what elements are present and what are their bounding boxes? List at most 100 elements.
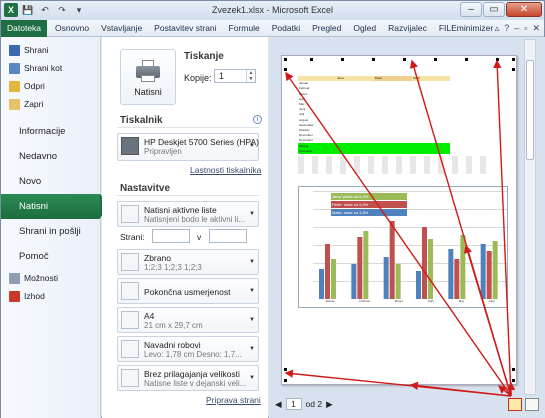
backstage-options-label: Možnosti: [24, 273, 59, 283]
window-restore-icon[interactable]: ▫: [524, 23, 527, 34]
save-as-icon: [9, 62, 20, 74]
backstage-options[interactable]: Možnosti: [1, 269, 100, 287]
chevron-down-icon: ▼: [249, 143, 255, 149]
options-icon: [9, 272, 20, 284]
tab-view[interactable]: Ogled: [347, 20, 382, 37]
chart-bar: [331, 259, 336, 299]
print-what-label: Natisni aktivne liste: [144, 205, 217, 215]
zoom-to-page-button[interactable]: [525, 398, 539, 411]
tab-insert[interactable]: Vstavljanje: [95, 20, 148, 37]
backstage-nav: Shrani Shrani kot Odpri Zapri Informacij…: [1, 37, 110, 418]
print-what-dropdown[interactable]: Natisni aktivne liste Natisnjeni bodo le…: [117, 201, 259, 227]
backstage-print[interactable]: Natisni: [1, 194, 110, 219]
window-minimize-icon[interactable]: –: [514, 23, 519, 34]
printer-properties-link[interactable]: Lastnosti tiskalnika: [190, 165, 261, 175]
backstage-exit[interactable]: Izhod: [1, 287, 100, 305]
orientation-dropdown[interactable]: Pokončna usmerjenost ▼: [117, 278, 259, 304]
maximize-button[interactable]: ▭: [483, 2, 505, 17]
preview-page: Jana Peter Matic Januar Februar Marec Ap…: [281, 55, 517, 385]
prev-page-icon[interactable]: ◀: [275, 399, 282, 410]
backstage-help[interactable]: Pomoč: [1, 244, 100, 269]
tab-file[interactable]: Datoteka: [1, 19, 48, 37]
paper-size-dropdown[interactable]: A4 21 cm x 29,7 cm ▼: [117, 307, 259, 333]
chart-bar: [448, 249, 454, 299]
copies-input[interactable]: 1 ▲ ▼: [214, 69, 256, 83]
chevron-down-icon: ▼: [249, 211, 255, 217]
x-label: Marec: [394, 299, 404, 303]
next-page-icon[interactable]: ▶: [326, 399, 333, 410]
chart-x-labels: Januar Februar Marec April Maj Junij: [313, 299, 507, 303]
x-label: Junij: [488, 299, 495, 303]
backstage-close[interactable]: Zapri: [1, 95, 100, 113]
page-count: od 2: [305, 399, 323, 409]
x-label: Maj: [458, 299, 464, 303]
backstage-save-send[interactable]: Shrani in pošlji: [1, 219, 100, 244]
chevron-down-icon: ▼: [249, 346, 255, 352]
pages-from-input[interactable]: [152, 229, 190, 243]
backstage-open[interactable]: Odpri: [1, 77, 100, 95]
close-button[interactable]: ✕: [506, 2, 542, 17]
backstage-info[interactable]: Informacije: [1, 119, 100, 144]
margins-dropdown[interactable]: Navadni robovi Levo: 1,78 cm Desno: 1,7.…: [117, 336, 259, 362]
chart-bar: [383, 257, 389, 299]
excel-window: X 💾 ↶ ↷ ▾ Zvezek1.xlsx - Microsoft Excel…: [0, 0, 545, 418]
margins-label: Navadni robovi: [144, 340, 201, 350]
tab-review[interactable]: Pregled: [306, 20, 347, 37]
orientation-label: Pokončna usmerjenost: [144, 287, 231, 297]
copies-spinner[interactable]: ▲ ▼: [246, 70, 255, 82]
tab-data[interactable]: Podatki: [266, 20, 306, 37]
current-page-input[interactable]: 1: [285, 398, 302, 410]
printer-name: HP Deskjet 5700 Series (HPA): [144, 137, 259, 147]
preview-table: Jana Peter Matic Januar Februar Marec Ap…: [298, 76, 450, 154]
pages-to-label: v: [197, 232, 202, 242]
margins-desc: Levo: 1,78 cm Desno: 1,7...: [144, 350, 242, 359]
preview-view-buttons: [508, 398, 539, 411]
chart-bar: [480, 244, 486, 299]
tab-home[interactable]: Osnovno: [49, 20, 95, 37]
preview-scrollbar[interactable]: [524, 39, 536, 395]
chevron-down-icon: ▼: [249, 288, 255, 294]
chart-bar: [325, 244, 330, 299]
chart-bars: [319, 221, 498, 299]
chart-bar: [416, 271, 421, 299]
printer-status: Pripravljen: [144, 147, 182, 156]
chart-bar: [492, 241, 498, 299]
scaling-desc: Natisne liste v dejanski veli...: [144, 379, 247, 388]
info-icon[interactable]: i: [253, 115, 262, 124]
chart-bar: [422, 227, 427, 299]
pages-label: Strani:: [120, 232, 145, 242]
collate-desc: 1;2;3 1;2;3 1;2;3: [144, 263, 202, 272]
show-margins-button[interactable]: [508, 398, 522, 411]
chevron-down-icon: ▼: [249, 259, 255, 265]
save-icon: [9, 44, 20, 56]
ribbon-tabs: Datoteka Osnovno Vstavljanje Postavitev …: [1, 19, 544, 37]
close-file-icon: [9, 98, 20, 110]
tab-page-layout[interactable]: Postavitev strani: [148, 20, 222, 37]
chart-bar: [363, 231, 369, 299]
print-button[interactable]: Natisni: [120, 49, 176, 105]
print-preview-panel: Jana Peter Matic Januar Februar Marec Ap…: [269, 37, 545, 418]
backstage-save-as[interactable]: Shrani kot: [1, 59, 100, 77]
printer-dropdown[interactable]: HP Deskjet 5700 Series (HPA) Pripravljen…: [117, 133, 259, 161]
scaling-dropdown[interactable]: Brez prilagajanja velikosti Natisne list…: [117, 365, 259, 391]
help-icon[interactable]: ?: [504, 23, 509, 34]
backstage-new[interactable]: Novo: [1, 169, 100, 194]
minimize-ribbon-icon[interactable]: ▵: [495, 23, 500, 34]
copies-label: Kopije:: [184, 73, 212, 83]
collate-icon: [121, 253, 139, 271]
chart-bar: [486, 251, 492, 299]
pages-to-input[interactable]: [209, 229, 247, 243]
backstage-save[interactable]: Shrani: [1, 41, 100, 59]
margins-icon: [121, 340, 139, 358]
tab-fileminimizer[interactable]: FILEminimizer: [433, 20, 499, 37]
tab-formulas[interactable]: Formule: [223, 20, 266, 37]
scrollbar-thumb[interactable]: [526, 60, 534, 160]
page-setup-link[interactable]: Priprava strani: [206, 395, 261, 405]
minimize-button[interactable]: –: [460, 2, 482, 17]
backstage-recent[interactable]: Nedavno: [1, 144, 100, 169]
tab-developer[interactable]: Razvijalec: [382, 20, 433, 37]
collate-dropdown[interactable]: Zbrano 1;2;3 1;2;3 1;2;3 ▼: [117, 249, 259, 275]
backstage-open-label: Odpri: [24, 81, 45, 91]
x-label: April: [427, 299, 434, 303]
window-close-icon[interactable]: ✕: [532, 23, 540, 34]
